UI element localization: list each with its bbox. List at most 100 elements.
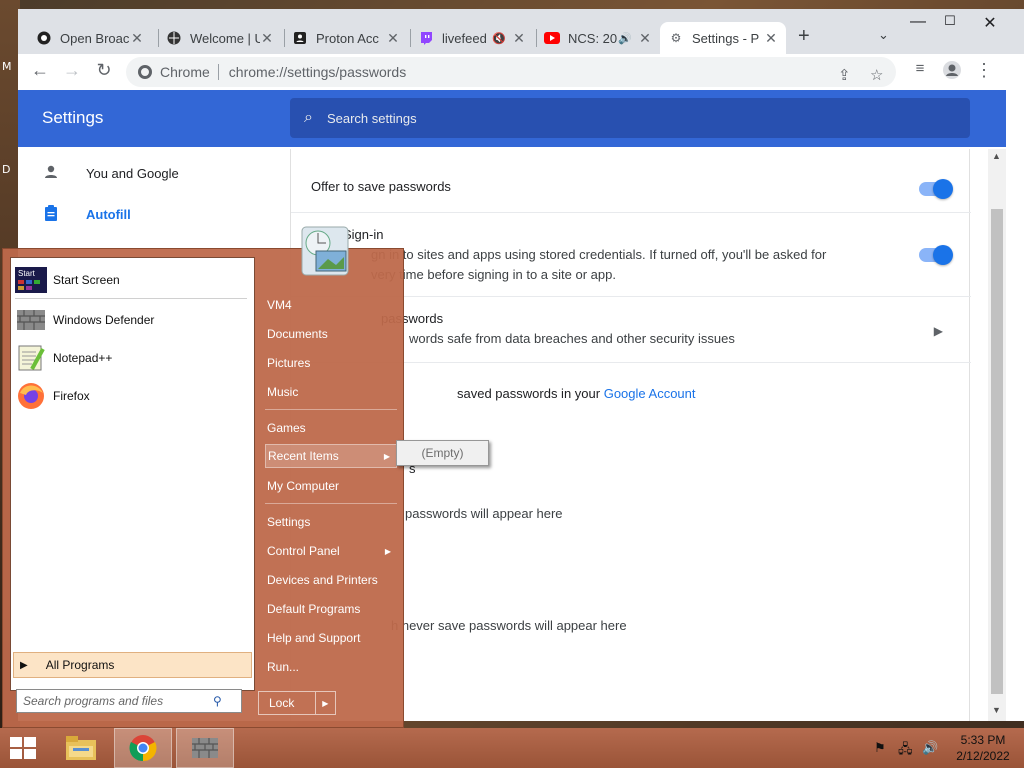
start-item-help-support[interactable]: Help and Support bbox=[265, 626, 397, 650]
auto-signin-desc: very time before signing in to a site or… bbox=[371, 267, 616, 282]
start-item-games[interactable]: Games bbox=[265, 416, 397, 440]
taskbar-chrome[interactable] bbox=[114, 728, 172, 768]
start-menu: Start Start Screen Windows Defender Note… bbox=[2, 248, 404, 728]
settings-header: Settings ⌕ bbox=[18, 90, 1006, 147]
url-text[interactable]: chrome://settings/passwords bbox=[229, 64, 406, 80]
pinned-label: Windows Defender bbox=[53, 313, 155, 327]
start-item-label: Default Programs bbox=[267, 602, 361, 616]
all-programs-label: All Programs bbox=[45, 658, 115, 672]
start-item-music[interactable]: Music bbox=[265, 380, 397, 404]
google-account-text: saved passwords in your bbox=[457, 386, 601, 401]
taskbar-windows-defender[interactable] bbox=[176, 728, 234, 768]
tab-youtube[interactable]: NCS: 20 🔊 ✕ bbox=[536, 22, 660, 54]
globe-icon bbox=[166, 30, 182, 46]
scroll-up-arrow[interactable]: ▲ bbox=[992, 151, 1001, 161]
close-icon[interactable]: ✕ bbox=[386, 30, 400, 47]
lock-button[interactable]: Lock ▶ bbox=[258, 691, 336, 715]
forward-button[interactable]: → bbox=[60, 60, 84, 81]
page-scrollbar[interactable]: ▲ ▼ bbox=[988, 149, 1006, 721]
close-icon[interactable]: ✕ bbox=[764, 30, 778, 47]
scroll-down-arrow[interactable]: ▼ bbox=[992, 705, 1001, 715]
clipboard-icon bbox=[42, 205, 60, 224]
reload-button[interactable]: ↻ bbox=[92, 60, 116, 81]
back-button[interactable]: ← bbox=[28, 60, 52, 81]
reading-list-icon[interactable]: ≡ bbox=[908, 60, 932, 77]
maximize-button[interactable]: ☐ bbox=[940, 13, 960, 29]
search-input[interactable] bbox=[326, 110, 927, 126]
offer-save-toggle[interactable] bbox=[919, 179, 953, 199]
start-button[interactable] bbox=[8, 734, 38, 762]
all-programs-button[interactable]: ▶ All Programs bbox=[13, 652, 252, 678]
new-tab-button[interactable]: + bbox=[798, 25, 810, 48]
user-account-picture[interactable] bbox=[298, 221, 352, 279]
auto-signin-toggle[interactable] bbox=[919, 245, 953, 265]
start-item-settings[interactable]: Settings bbox=[265, 510, 397, 534]
pinned-label: Start Screen bbox=[53, 273, 120, 287]
profile-avatar[interactable] bbox=[940, 60, 964, 85]
tab-settings[interactable]: ⚙ Settings - P ✕ bbox=[660, 22, 786, 54]
windows-defender-icon bbox=[15, 304, 47, 336]
tab-obs[interactable]: Open Broac ✕ bbox=[28, 22, 152, 54]
recent-items-submenu[interactable]: (Empty) bbox=[396, 440, 489, 466]
auto-signin-desc: gn in to sites and apps using stored cre… bbox=[371, 247, 827, 262]
twitch-icon bbox=[418, 30, 434, 46]
network-icon[interactable]: 🖧 bbox=[898, 740, 913, 762]
speaker-icon[interactable]: 🔊 bbox=[618, 32, 632, 45]
close-icon[interactable]: ✕ bbox=[130, 30, 144, 47]
pinned-windows-defender[interactable]: Windows Defender bbox=[15, 304, 154, 336]
start-item-devices-printers[interactable]: Devices and Printers bbox=[265, 568, 397, 592]
tab-welcome[interactable]: Welcome | U ✕ bbox=[158, 22, 282, 54]
triangle-right-icon: ▶ bbox=[20, 659, 28, 671]
tab-label: livefeed bbox=[442, 30, 487, 46]
browser-toolbar: ← → ↻ Chrome chrome://settings/passwords… bbox=[18, 54, 1024, 90]
start-item-label: VM4 bbox=[267, 298, 292, 312]
sidebar-item-you-and-google[interactable]: You and Google bbox=[42, 165, 179, 182]
share-icon[interactable]: ⇪ bbox=[838, 66, 851, 84]
google-account-line: saved passwords in your Google Account bbox=[457, 386, 696, 401]
taskbar-file-explorer[interactable] bbox=[52, 728, 110, 768]
pinned-notepad-plus-plus[interactable]: Notepad++ bbox=[15, 342, 112, 374]
google-account-link[interactable]: Google Account bbox=[604, 386, 696, 401]
volume-icon[interactable]: 🔊 bbox=[922, 740, 938, 756]
tab-proton[interactable]: Proton Acc ✕ bbox=[284, 22, 408, 54]
pinned-start-screen[interactable]: Start Start Screen bbox=[15, 264, 120, 296]
start-right-divider bbox=[265, 503, 397, 504]
pinned-firefox[interactable]: Firefox bbox=[15, 380, 90, 412]
close-icon[interactable]: ✕ bbox=[638, 30, 652, 47]
start-search-input[interactable] bbox=[23, 694, 213, 708]
close-window-button[interactable]: ✕ bbox=[980, 13, 1000, 33]
start-item-label: Help and Support bbox=[267, 631, 361, 645]
address-bar[interactable]: Chrome chrome://settings/passwords ⇪ ☆ bbox=[126, 57, 896, 87]
sidebar-item-label: You and Google bbox=[86, 166, 179, 181]
person-icon bbox=[42, 165, 60, 182]
minimize-button[interactable]: — bbox=[908, 13, 928, 31]
start-item-documents[interactable]: Documents bbox=[265, 322, 397, 346]
triangle-right-icon[interactable]: ▶ bbox=[316, 699, 335, 708]
start-item-run[interactable]: Run... bbox=[265, 655, 397, 679]
start-item-default-programs[interactable]: Default Programs bbox=[265, 597, 397, 621]
start-item-label: Documents bbox=[267, 327, 328, 341]
close-icon[interactable]: ✕ bbox=[260, 30, 274, 47]
file-explorer-icon bbox=[66, 736, 96, 760]
start-item-recent-items[interactable]: Recent Items ▶ bbox=[265, 444, 397, 468]
tab-search-button[interactable]: ⌄ bbox=[878, 27, 889, 43]
bookmark-star-icon[interactable]: ☆ bbox=[870, 66, 883, 84]
search-icon[interactable]: ⚲ bbox=[213, 694, 222, 708]
tab-twitch[interactable]: livefeed 🔇 ✕ bbox=[410, 22, 534, 54]
system-clock[interactable]: 5:33 PM 2/12/2022 bbox=[948, 732, 1018, 764]
triangle-right-icon: ▶ bbox=[384, 546, 391, 556]
start-item-pictures[interactable]: Pictures bbox=[265, 351, 397, 375]
start-item-my-computer[interactable]: My Computer bbox=[265, 474, 397, 498]
sidebar-item-autofill[interactable]: Autofill bbox=[42, 205, 131, 224]
action-center-flag-icon[interactable]: ⚑ bbox=[874, 740, 886, 756]
taskbar: ⚑ 🖧 🔊 5:33 PM 2/12/2022 bbox=[0, 728, 1024, 768]
start-item-control-panel[interactable]: Control Panel ▶ bbox=[265, 539, 397, 563]
start-search-box[interactable]: ⚲ bbox=[16, 689, 242, 713]
menu-kebab-icon[interactable]: ⋮ bbox=[972, 60, 996, 81]
close-icon[interactable]: ✕ bbox=[512, 30, 526, 47]
muted-speaker-icon[interactable]: 🔇 bbox=[492, 32, 506, 45]
page-title: Settings bbox=[42, 108, 104, 127]
scroll-thumb[interactable] bbox=[991, 209, 1003, 694]
start-item-vm4[interactable]: VM4 bbox=[265, 293, 397, 317]
settings-search[interactable]: ⌕ bbox=[290, 98, 970, 138]
